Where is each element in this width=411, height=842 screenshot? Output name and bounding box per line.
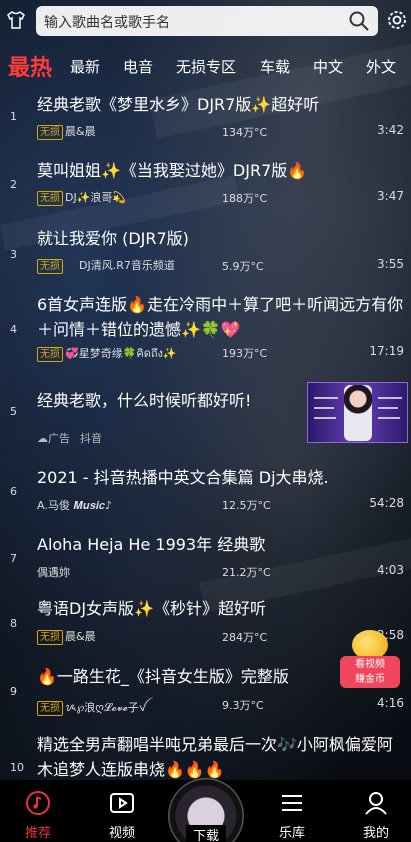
tab-mine[interactable]: 我的 [346, 780, 406, 842]
song-title: 就让我爱你 (DJR7版) [37, 229, 189, 248]
rank-number: 1 [10, 110, 17, 123]
song-artist: 晨&晨 [65, 125, 96, 138]
bonus-label-2: 赚金币 [355, 674, 385, 685]
song-title: Aloha Heja He 1993年 经典歌 [37, 535, 266, 554]
gear-icon[interactable] [386, 9, 408, 31]
song-title: 2021 - 抖音热播中英文合集篇 Dj大串烧. [37, 468, 329, 487]
play-count: 188万°C [222, 192, 268, 205]
rank-number: 4 [10, 323, 17, 336]
rank-number: 10 [10, 761, 24, 774]
search-bar[interactable]: 输入歌曲名或歌手名 [36, 6, 378, 36]
lossless-badge: 无损 [37, 630, 63, 645]
song-artist: DJ清风.R7音乐频道 [79, 259, 175, 272]
tab-chinese[interactable]: 中文 [313, 56, 343, 77]
song-artist: ᝰ℘浪ღ𝓛𝓸𝓿𝓮子ꪜ [65, 701, 147, 714]
ad-thumbnail[interactable] [307, 382, 408, 443]
library-icon [282, 795, 302, 811]
rank-number: 7 [10, 552, 17, 565]
song-artist: 晨&晨 [65, 630, 96, 643]
song-title: 莫叫姐姐✨《当我娶过她》DJR7版🔥 [37, 161, 308, 180]
play-count: 134万°C [222, 126, 268, 139]
ad-source: 抖音 [80, 432, 102, 445]
lossless-badge: 无损 [37, 191, 63, 206]
song-duration: 4:03 [377, 563, 404, 577]
play-count: 9.3万°C [222, 699, 264, 712]
tab-newest[interactable]: 最新 [70, 56, 100, 77]
tab-label: 视频 [108, 826, 135, 841]
rank-number: 9 [10, 685, 17, 698]
song-title: 精选全男声翻唱半吨兄弟最后一次🎶小阿枫偏爱阿木追梦人连版串烧🔥🔥🔥 [37, 735, 393, 779]
play-count: 193万°C [222, 347, 268, 360]
tab-hottest[interactable]: 最热 [8, 50, 52, 82]
song-artist: 偶遇妳 [37, 566, 70, 579]
song-title: 6首女声连版🔥走在冷雨中＋算了吧＋听闻远方有你＋问情＋错位的遗憾✨🍀💖 [37, 295, 404, 339]
tab-label: 乐库 [278, 826, 305, 841]
download-label: 下载 [186, 825, 226, 842]
user-icon [365, 792, 387, 815]
rank-number: 5 [10, 405, 17, 418]
play-count: 21.2万°C [222, 566, 271, 579]
song-artist: DJ✨浪哥💫 [65, 191, 127, 204]
tab-foreign[interactable]: 外文 [366, 56, 396, 77]
top-bar: 输入歌曲名或歌手名 [0, 0, 411, 42]
song-duration: 4:16 [377, 696, 404, 710]
rank-number: 8 [10, 617, 17, 630]
tab-recommend[interactable]: 推荐 [8, 780, 68, 842]
song-title: 🔥一路生花_《抖音女生版》完整版 [37, 667, 289, 686]
tab-car[interactable]: 车载 [260, 56, 290, 77]
bonus-label-1: 看视频 [355, 659, 385, 670]
ad-title: 经典老歌，什么时候听都好听! [37, 391, 252, 410]
tab-label: 推荐 [24, 826, 51, 841]
tab-label: 我的 [362, 826, 389, 841]
rank-number: 6 [10, 485, 17, 498]
song-artist: 💞星梦奇缘🍀คิดถึง✨ [65, 347, 177, 360]
tab-video[interactable]: 视频 [92, 780, 152, 842]
category-tabs: 最热 最新 电音 无损专区 车载 中文 外文 [0, 48, 411, 82]
song-duration: 3:55 [377, 257, 404, 271]
lossless-badge: 无损 [37, 125, 63, 140]
lossless-badge: 无损 [37, 259, 63, 274]
song-duration: 3:42 [377, 123, 404, 137]
tab-lossless[interactable]: 无损专区 [176, 56, 236, 77]
search-icon[interactable] [348, 10, 370, 32]
play-count: 12.5万°C [222, 499, 271, 512]
song-artist: A.马俊 𝑴𝒖𝒔𝒊𝒄♪ [37, 499, 112, 512]
play-count: 284万°C [222, 631, 268, 644]
song-title: 经典老歌《梦里水乡》DJR7版✨超好听 [37, 95, 320, 114]
search-input[interactable]: 输入歌曲名或歌手名 [44, 12, 170, 32]
rank-number: 2 [10, 178, 17, 191]
song-title: 粤语DJ女声版✨《秒针》超好听 [37, 599, 266, 618]
watch-video-earn-coins-button[interactable]: 看视频 赚金币 [340, 630, 400, 690]
lossless-badge: 无损 [37, 701, 63, 716]
play-count: 5.9万°C [222, 260, 264, 273]
ad-label: ☁广告 [37, 432, 70, 445]
song-duration: 17:19 [369, 344, 404, 358]
song-duration: 3:47 [377, 189, 404, 203]
lossless-badge: 无损 [37, 347, 63, 362]
tab-library[interactable]: 乐库 [262, 780, 322, 842]
video-icon [110, 793, 134, 813]
rank-number: 3 [10, 248, 17, 261]
now-playing-disc[interactable]: 下载 [168, 778, 244, 842]
song-duration: 54:28 [369, 496, 404, 510]
tab-electronic[interactable]: 电音 [123, 56, 153, 77]
music-note-icon [26, 791, 50, 815]
shirt-icon[interactable] [6, 10, 26, 30]
